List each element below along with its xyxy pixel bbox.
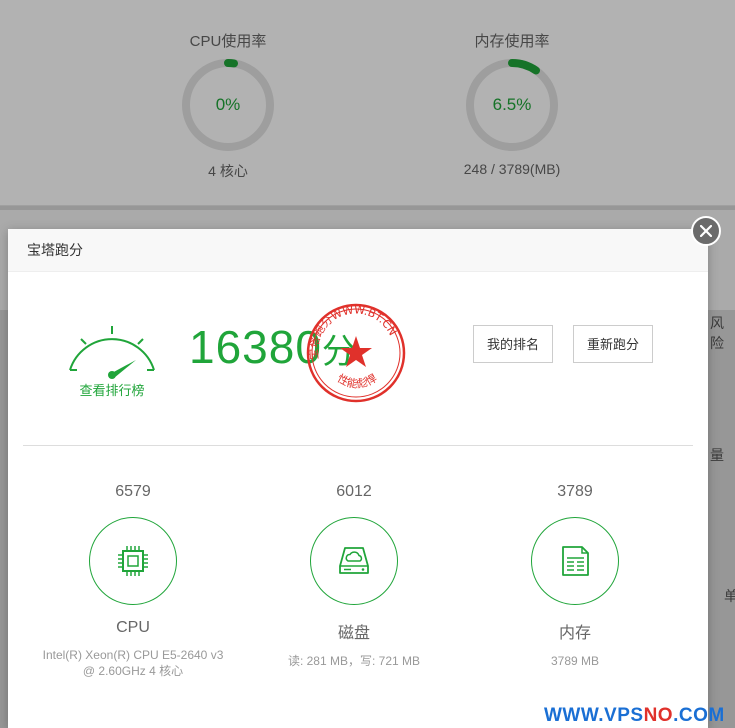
site-watermark: WWW.VPSNO.COM bbox=[544, 705, 725, 727]
rerun-benchmark-button[interactable]: 重新跑分 bbox=[573, 325, 653, 363]
cpu-label: CPU bbox=[116, 619, 150, 636]
memory-score: 3789 bbox=[557, 483, 593, 500]
view-leaderboard-link[interactable]: 查看排行榜 bbox=[62, 380, 162, 399]
modal-title: 宝塔跑分 bbox=[8, 229, 708, 272]
watermark-part3: .COM bbox=[673, 705, 725, 726]
disk-score-item: 6012 磁盘 读: 281 MB，写: 721 MB bbox=[244, 483, 464, 669]
divider bbox=[23, 445, 693, 446]
my-ranking-button[interactable]: 我的排名 bbox=[473, 325, 553, 363]
watermark-part1: WWW.VPS bbox=[544, 705, 644, 726]
hard-disk-icon bbox=[339, 547, 369, 574]
disk-icon-circle bbox=[310, 517, 398, 605]
disk-score: 6012 bbox=[336, 483, 372, 500]
score-gauge[interactable]: 查看排行榜 bbox=[62, 314, 162, 404]
close-modal-button[interactable] bbox=[691, 216, 721, 246]
disk-label: 磁盘 bbox=[337, 625, 370, 642]
memory-label: 内存 bbox=[558, 625, 591, 642]
benchmark-modal: 宝塔跑分 查看排行榜 16380分 宝塔跑分WWW.BT.CN 性能彪悍 我的排… bbox=[8, 229, 708, 728]
watermark-part2: NO bbox=[643, 705, 674, 726]
total-score-value: 16380 bbox=[189, 321, 322, 373]
cpu-chip-icon bbox=[118, 546, 148, 576]
speedometer-icon bbox=[69, 326, 155, 379]
performance-stamp-icon: 宝塔跑分WWW.BT.CN 性能彪悍 bbox=[306, 303, 406, 403]
cpu-icon-circle bbox=[89, 517, 177, 605]
cpu-detail: Intel(R) Xeon(R) CPU E5-2640 v3 @ 2.60GH… bbox=[42, 648, 224, 678]
disk-detail: 读: 281 MB，写: 721 MB bbox=[287, 654, 421, 668]
close-icon bbox=[700, 225, 712, 237]
cpu-score: 6579 bbox=[115, 483, 151, 500]
memory-document-icon bbox=[562, 546, 589, 576]
stamp-bottom-text: 性能彪悍 bbox=[335, 371, 379, 391]
memory-score-item: 3789 内存 3789 MB bbox=[465, 483, 685, 669]
memory-detail: 3789 MB bbox=[550, 654, 600, 668]
stamp-star-icon bbox=[340, 336, 372, 367]
memory-icon-circle bbox=[531, 517, 619, 605]
cpu-score-item: 6579 CPU Intel(R) Xeon(R) CPU E5-2640 v3… bbox=[23, 483, 243, 679]
